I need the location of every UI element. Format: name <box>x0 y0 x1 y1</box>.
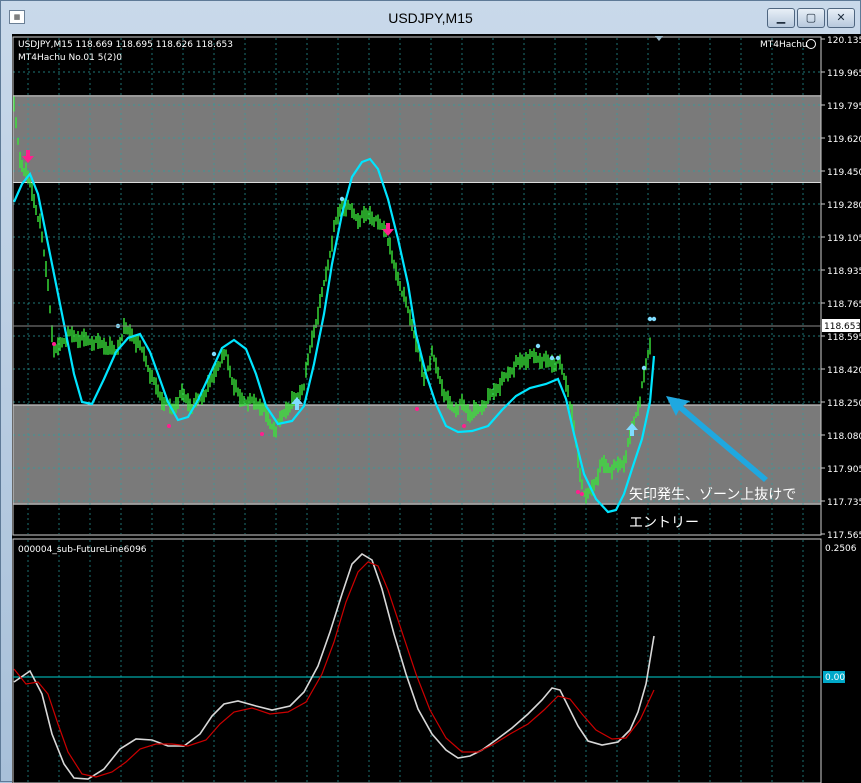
chart-svg[interactable]: 118.653 120.135 119.965 119.795 119.620 119.… <box>12 34 861 783</box>
price-label: 119.105 <box>827 234 861 244</box>
expert-advisor-label: MT4Hachu <box>760 40 808 50</box>
sell-dot-icon <box>167 424 171 428</box>
price-label: 118.250 <box>827 399 861 409</box>
window-title: USDJPY,M15 <box>388 10 473 26</box>
price-label: 118.080 <box>827 432 861 442</box>
sell-dot-icon <box>415 407 419 411</box>
price-label: 117.735 <box>827 498 861 508</box>
sub-chart-frame <box>12 538 822 783</box>
buy-dot-icon <box>641 365 647 371</box>
smiley-icon <box>806 39 816 49</box>
sell-dot-icon <box>580 492 584 496</box>
indicator-label: MT4Hachu No.01 5(2)0 <box>18 53 122 63</box>
buy-dot-icon <box>555 355 561 361</box>
sell-dot-icon <box>462 424 466 428</box>
price-label: 118.420 <box>827 366 861 376</box>
buy-dot-icon <box>339 196 345 202</box>
price-label: 119.280 <box>827 201 861 211</box>
maximize-button[interactable]: ▢ <box>797 8 825 28</box>
sub-white-line <box>13 552 655 780</box>
zone-box <box>12 95 822 183</box>
price-label: 119.620 <box>827 135 861 145</box>
price-label: 117.565 <box>827 531 861 541</box>
buy-dot-icon <box>211 351 217 357</box>
title-bar[interactable]: ▦ USDJPY,M15 ▁ ▢ ✕ <box>1 1 860 33</box>
buy-dot-icon <box>647 316 653 322</box>
price-label: 120.135 <box>827 36 861 46</box>
buy-dot-icon <box>651 316 657 322</box>
sub-indicator-label: 000004_sub-FutureLine6096 <box>18 545 147 555</box>
sub-top-value: 0.2506 <box>825 544 857 554</box>
price-label: 118.935 <box>827 267 861 277</box>
chart-symbol-header: USDJPY,M15 118.669 118.695 118.626 118.6… <box>18 40 233 50</box>
price-label: 119.450 <box>827 168 861 178</box>
current-price-label: 118.653 <box>824 322 861 332</box>
sell-dot-icon <box>576 490 580 494</box>
price-label: 118.595 <box>827 333 861 343</box>
sell-dot-icon <box>260 432 264 436</box>
price-label: 117.905 <box>827 465 861 475</box>
buy-dot-icon <box>549 355 555 361</box>
price-label: 119.965 <box>827 69 861 79</box>
price-label: 118.765 <box>827 300 861 310</box>
chart-window: ▦ USDJPY,M15 ▁ ▢ ✕ 118.653 120.135 119.96… <box>0 0 861 783</box>
chart-shift-marker-icon[interactable] <box>655 36 663 41</box>
annotation-text-2: エントリー <box>629 515 699 531</box>
sub-zero-value: 0.00 <box>825 673 845 683</box>
sub-red-line <box>13 561 655 778</box>
buy-dot-icon <box>535 343 541 349</box>
price-label: 119.795 <box>827 102 861 112</box>
sell-dot-icon <box>52 342 56 346</box>
minimize-button[interactable]: ▁ <box>767 8 795 28</box>
annotation-text-1: 矢印発生、ゾーン上抜けで <box>629 487 796 503</box>
chart-area[interactable]: 118.653 120.135 119.965 119.795 119.620 119.… <box>12 34 861 783</box>
close-button[interactable]: ✕ <box>827 8 855 28</box>
